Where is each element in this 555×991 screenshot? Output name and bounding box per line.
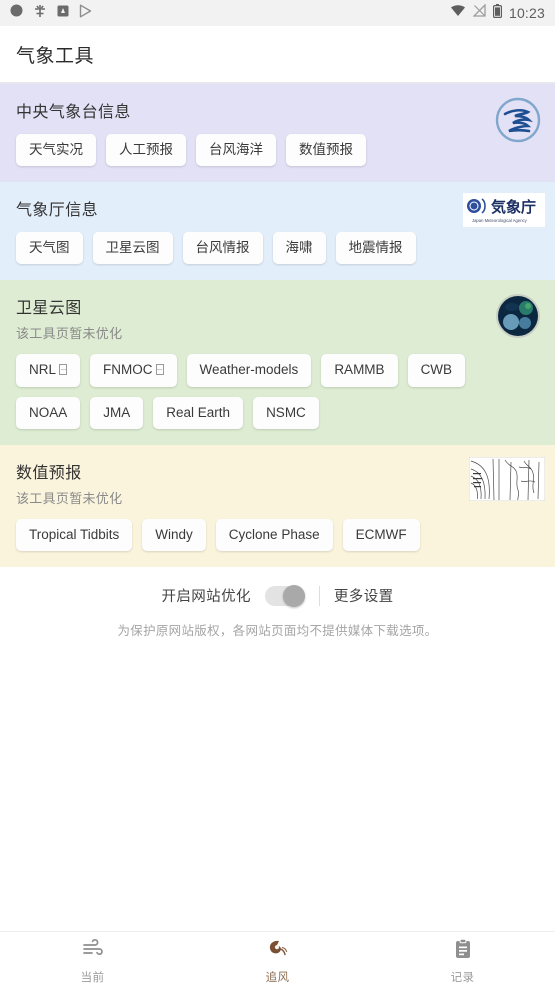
chip-sat-2[interactable]: Weather-models bbox=[186, 354, 312, 387]
section-title: 数值预报 bbox=[16, 464, 82, 482]
jma-logo: 気象庁 Japan Meteorological Agency bbox=[463, 193, 545, 232]
battery-icon bbox=[492, 3, 502, 23]
section-title: 气象厅信息 bbox=[16, 202, 99, 220]
status-bar-clock: 10:23 bbox=[508, 5, 545, 21]
missing-glyph-icon bbox=[59, 364, 68, 376]
chip-num-0[interactable]: Tropical Tidbits bbox=[16, 518, 133, 552]
chip-jma-4[interactable]: 地震情报 bbox=[335, 232, 416, 265]
chip-sat-6[interactable]: JMA bbox=[90, 396, 144, 429]
more-settings-button[interactable]: 更多设置 bbox=[334, 585, 394, 606]
section-jma: 气象厅信息 天气图 卫星云图 台风情报 海啸 地震情报 気象庁 Japan Me… bbox=[0, 182, 555, 281]
section-cma: 中央气象台信息 天气实况 人工预报 台风海洋 数值预报 bbox=[0, 84, 555, 183]
nav-item-typhoon[interactable]: 追风 bbox=[185, 932, 370, 991]
chip-label: NRL bbox=[29, 362, 57, 378]
app-badge-icon bbox=[57, 4, 69, 22]
section-chip-row: NRL FNMOC Weather-models RAMMB CWB NOAA … bbox=[16, 354, 481, 429]
section-subtitle: 该工具页暂未优化 bbox=[16, 490, 123, 506]
status-bar-right-icons: 10:23 bbox=[450, 3, 545, 23]
nav-item-records[interactable]: 记录 bbox=[370, 932, 555, 991]
signal-off-icon bbox=[472, 3, 486, 22]
nav-label-typhoon: 追风 bbox=[265, 972, 290, 984]
settings-divider bbox=[318, 585, 320, 606]
tool-sections: 中央气象台信息 天气实况 人工预报 台风海洋 数值预报 气象厅信息 天气图 卫星… bbox=[0, 84, 555, 568]
status-bar: 10:23 bbox=[0, 0, 555, 26]
wifi-icon bbox=[450, 4, 466, 22]
optimization-toggle[interactable] bbox=[264, 584, 305, 607]
chip-jma-2[interactable]: 台风情报 bbox=[182, 232, 263, 265]
chip-jma-1[interactable]: 卫星云图 bbox=[92, 232, 173, 265]
chip-jma-0[interactable]: 天气图 bbox=[16, 232, 83, 265]
section-chip-row: 天气图 卫星云图 台风情报 海啸 地震情报 bbox=[16, 232, 481, 265]
chip-sat-3[interactable]: RAMMB bbox=[321, 354, 398, 387]
section-numerical: 数值预报 该工具页暂未优化 Tropical Tidbits Windy Cyc… bbox=[0, 444, 555, 568]
bottom-navigation: 当前 追风 记录 bbox=[0, 931, 555, 991]
chip-sat-1[interactable]: FNMOC bbox=[90, 354, 177, 387]
chip-num-3[interactable]: ECMWF bbox=[342, 518, 420, 552]
chip-sat-5[interactable]: NOAA bbox=[16, 396, 81, 429]
wind-icon bbox=[81, 938, 105, 965]
chip-sat-4[interactable]: CWB bbox=[407, 354, 466, 387]
app-glyph-icon bbox=[33, 4, 47, 23]
chip-cma-2[interactable]: 台风海洋 bbox=[196, 134, 276, 167]
missing-glyph-icon bbox=[155, 364, 164, 376]
nav-label-current: 当前 bbox=[80, 972, 105, 984]
chip-cma-3[interactable]: 数值预报 bbox=[286, 134, 366, 167]
earth-globe-icon bbox=[495, 293, 541, 344]
clipboard-icon bbox=[452, 938, 474, 965]
section-chip-row: Tropical Tidbits Windy Cyclone Phase ECM… bbox=[16, 518, 481, 552]
toggle-knob bbox=[282, 584, 305, 607]
chip-sat-0[interactable]: NRL bbox=[16, 354, 81, 387]
circle-dot-icon bbox=[10, 4, 23, 22]
settings-row: 开启网站优化 更多设置 bbox=[161, 584, 394, 607]
section-satellite: 卫星云图 该工具页暂未优化 NRL FNMOC Weather-models R… bbox=[0, 280, 555, 445]
cma-dragon-logo bbox=[495, 97, 541, 148]
optimization-toggle-label: 开启网站优化 bbox=[161, 589, 251, 606]
section-title: 中央气象台信息 bbox=[16, 104, 131, 121]
play-store-icon bbox=[79, 4, 92, 23]
copyright-note: 为保护原网站版权，各网站页面均不提供媒体下载选项。 bbox=[117, 624, 438, 639]
chip-cma-0[interactable]: 天气实况 bbox=[16, 134, 96, 167]
chip-jma-3[interactable]: 海啸 bbox=[272, 232, 326, 265]
content-spacer bbox=[0, 653, 555, 931]
page-title: 气象工具 bbox=[16, 45, 95, 67]
status-bar-left-icons bbox=[10, 4, 92, 23]
chip-num-1[interactable]: Windy bbox=[142, 518, 206, 552]
svg-text:気象庁: 気象庁 bbox=[491, 198, 536, 216]
chip-label: FNMOC bbox=[103, 362, 153, 378]
section-chip-row: 天气实况 人工预报 台风海洋 数值预报 bbox=[16, 134, 481, 167]
weather-chart-thumbnail bbox=[468, 456, 546, 506]
chip-cma-1[interactable]: 人工预报 bbox=[106, 134, 186, 167]
section-title: 卫星云图 bbox=[16, 300, 82, 318]
nav-item-current[interactable]: 当前 bbox=[0, 932, 185, 991]
section-subtitle: 该工具页暂未优化 bbox=[16, 326, 123, 342]
site-optimization-settings: 开启网站优化 更多设置 为保护原网站版权，各网站页面均不提供媒体下载选项。 bbox=[0, 567, 555, 654]
chip-sat-7[interactable]: Real Earth bbox=[153, 396, 244, 429]
typhoon-icon bbox=[266, 938, 290, 965]
app-screen: 10:23 气象工具 中央气象台信息 天气实况 人工预报 台风海洋 数值预报 气… bbox=[0, 0, 555, 991]
chip-sat-8[interactable]: NSMC bbox=[253, 396, 319, 429]
app-bar: 气象工具 bbox=[0, 26, 555, 82]
nav-label-records: 记录 bbox=[450, 972, 475, 984]
svg-text:Japan Meteorological Agency: Japan Meteorological Agency bbox=[472, 218, 528, 223]
chip-num-2[interactable]: Cyclone Phase bbox=[215, 518, 333, 552]
